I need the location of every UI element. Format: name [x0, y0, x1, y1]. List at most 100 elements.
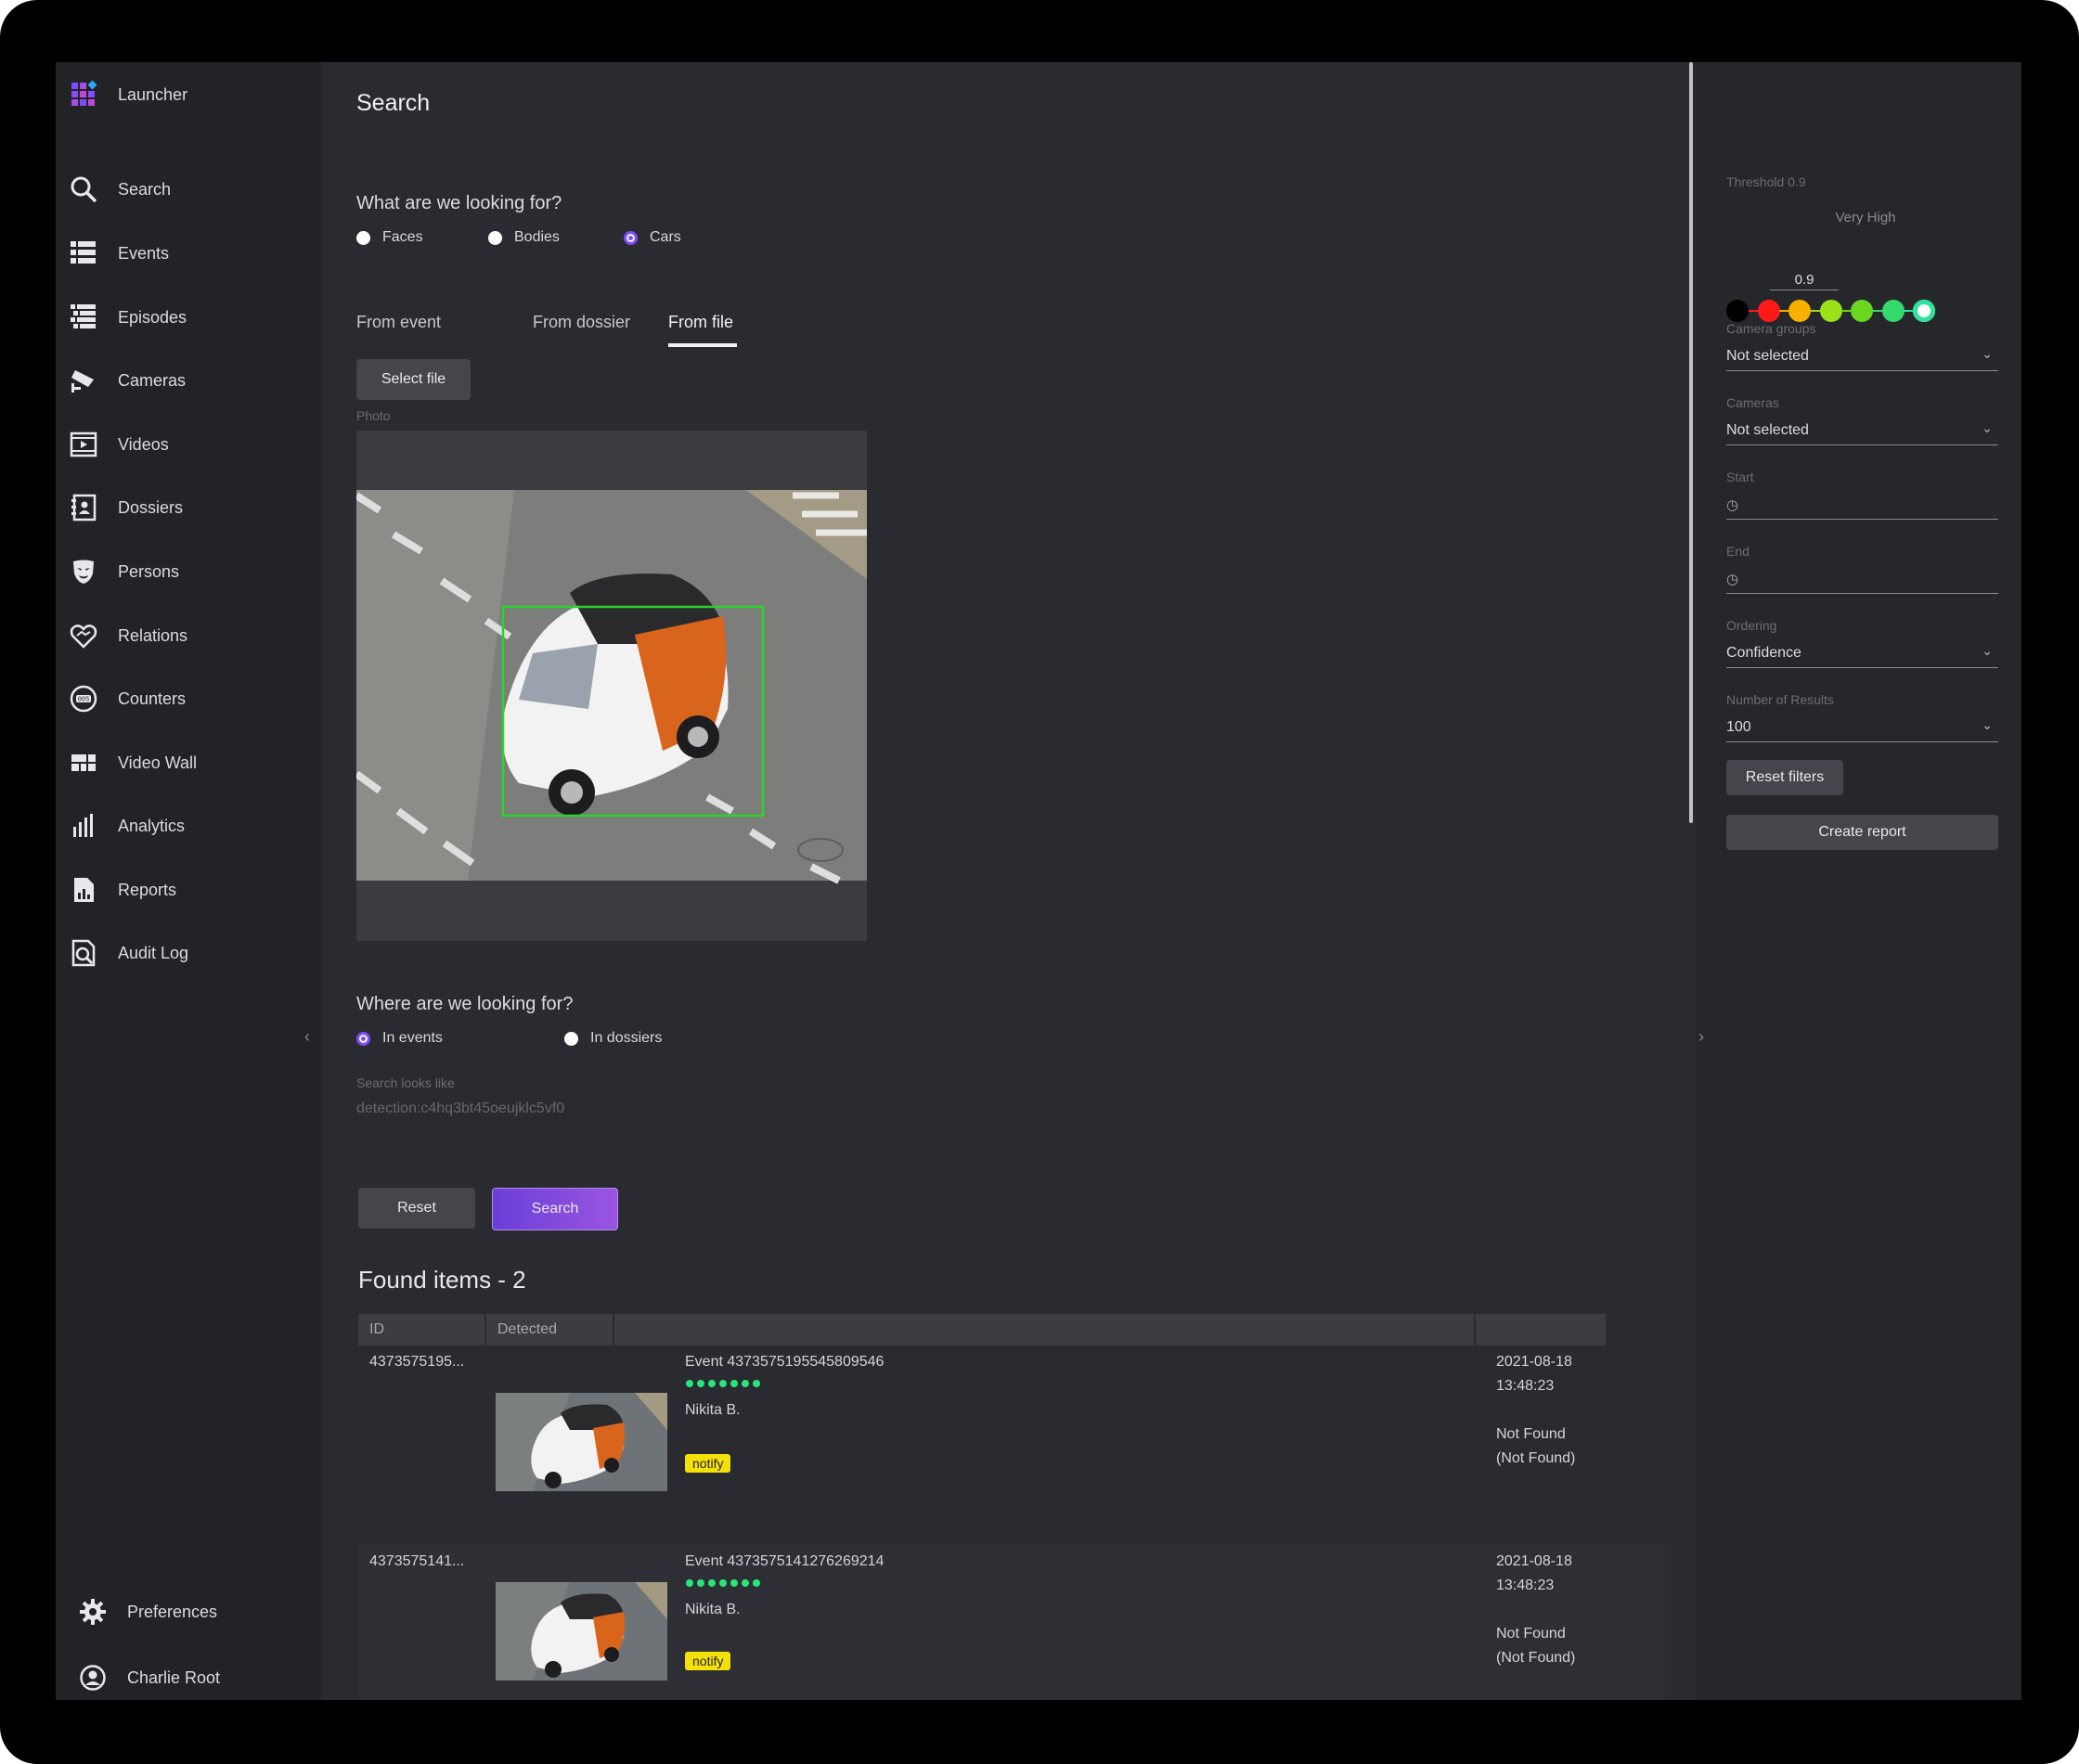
camera-groups-select[interactable]: Not selected ⌄ [1726, 346, 1998, 371]
sidebar-item-audit-log[interactable]: Audit Log [56, 925, 321, 981]
chevron-down-icon: ⌄ [1982, 643, 1993, 658]
row-event-title[interactable]: Event 4373575141276269214 [685, 1553, 884, 1570]
sidebar-item-episodes[interactable]: Episodes [56, 290, 321, 345]
episodes-icon [69, 303, 98, 332]
row-date: 2021-08-18 [1496, 1354, 1572, 1370]
threshold-dot[interactable] [1881, 300, 1905, 322]
reset-filters-button[interactable]: Reset filters [1726, 760, 1843, 795]
results-count-value: 100 [1726, 719, 1751, 735]
reset-button[interactable]: Reset [358, 1188, 475, 1229]
clock-icon: ◷ [1726, 572, 1739, 587]
create-report-button[interactable]: Create report [1726, 815, 1998, 850]
threshold-dot[interactable] [1851, 300, 1873, 322]
video-wall-icon [69, 748, 98, 778]
threshold-dot[interactable] [1726, 300, 1749, 322]
start-label: Start [1726, 470, 1754, 484]
row-person-name: Nikita B. [685, 1402, 741, 1418]
preferences-button[interactable]: Preferences [56, 1584, 321, 1640]
threshold-dot[interactable] [1913, 300, 1935, 322]
events-icon [69, 238, 98, 268]
notify-badge: notify [685, 1652, 731, 1670]
sidebar-item-label: Episodes [118, 307, 187, 327]
sidebar-item-label: Search [118, 179, 172, 199]
sidebar-item-counters[interactable]: 005 Counters [56, 671, 321, 727]
results-count-label: Number of Results [1726, 692, 1834, 707]
collapse-sidebar-chevron-icon[interactable]: ‹ [304, 1027, 310, 1047]
tab-from-file[interactable]: From file [668, 313, 733, 332]
sidebar-item-reports[interactable]: Reports [56, 862, 321, 918]
results-count-select[interactable]: 100 ⌄ [1726, 717, 1998, 742]
detection-thumbnail[interactable] [496, 1393, 667, 1491]
start-datetime-input[interactable]: ◷ [1726, 495, 1998, 520]
sidebar-item-video-wall[interactable]: Video Wall [56, 735, 321, 791]
column-header-date [1476, 1314, 1606, 1346]
column-header-detected[interactable]: Detected [486, 1314, 613, 1346]
chevron-down-icon: ⌄ [1982, 420, 1993, 435]
sidebar-item-label: Counters [118, 689, 187, 708]
radio-in-events[interactable]: In events [356, 1030, 443, 1047]
row-time: 13:48:23 [1496, 1378, 1555, 1394]
sidebar-item-label: Dossiers [118, 497, 184, 517]
uploaded-photo [354, 431, 867, 941]
threshold-dot[interactable] [1819, 300, 1842, 322]
sidebar-item-videos[interactable]: Videos [56, 417, 321, 472]
confidence-dots [686, 1380, 760, 1387]
search-icon [69, 174, 98, 204]
select-file-button[interactable]: Select file [356, 359, 471, 400]
looking-for-question: What are we looking for? [356, 193, 562, 213]
threshold-dot[interactable] [1757, 300, 1780, 322]
radio-circle[interactable] [488, 230, 502, 245]
sidebar-item-events[interactable]: Events [56, 225, 321, 281]
sidebar-item-relations[interactable]: Relations [56, 608, 321, 663]
radio-in-dossiers[interactable]: In dossiers [564, 1030, 662, 1047]
gear-icon [78, 1597, 108, 1627]
main-scrollbar[interactable] [1689, 62, 1693, 823]
tab-from-event[interactable]: From event [356, 313, 441, 332]
collapse-panel-chevron-icon[interactable]: › [1698, 1027, 1704, 1047]
launcher-button[interactable]: Launcher [56, 67, 321, 122]
threshold-value[interactable]: 0.9 [1770, 272, 1839, 290]
table-row[interactable]: 4373575195... Event 4373575195545809546 … [358, 1346, 1665, 1528]
threshold-level: Very High [1835, 210, 1896, 225]
app-screen: Launcher Search Events Episodes Cameras … [56, 62, 2021, 1700]
user-name: Charlie Root [127, 1667, 221, 1687]
tab-from-dossier[interactable]: From dossier [533, 313, 630, 332]
relations-icon [69, 621, 98, 650]
sidebar-item-analytics[interactable]: Analytics [56, 798, 321, 854]
threshold-dot[interactable] [1788, 300, 1811, 322]
radio-circle[interactable] [356, 230, 370, 245]
column-header-event [614, 1314, 1474, 1346]
preferences-label: Preferences [127, 1602, 218, 1621]
launcher-grid-icon [69, 80, 98, 109]
radio-circle[interactable] [564, 1031, 578, 1046]
cameras-value: Not selected [1726, 422, 1809, 438]
sidebar-item-search[interactable]: Search [56, 161, 321, 217]
row-event-title[interactable]: Event 4373575195545809546 [685, 1354, 884, 1371]
sidebar: Launcher Search Events Episodes Cameras … [56, 62, 321, 1700]
sidebar-item-label: Cameras [118, 370, 187, 390]
ordering-select[interactable]: Confidence ⌄ [1726, 643, 1998, 668]
chevron-down-icon: ⌄ [1982, 717, 1993, 732]
row-person-name: Nikita B. [685, 1602, 741, 1617]
search-button[interactable]: Search [492, 1188, 618, 1230]
radio-circle-selected[interactable] [356, 1031, 370, 1046]
table-row[interactable]: 4373575141... Event 4373575141276269214 … [358, 1544, 1665, 1700]
column-header-id[interactable]: ID [358, 1314, 484, 1346]
detection-thumbnail[interactable] [496, 1582, 667, 1680]
end-datetime-input[interactable]: ◷ [1726, 569, 1998, 594]
camera-icon [69, 366, 98, 395]
user-avatar-icon [78, 1663, 108, 1693]
sidebar-item-persons[interactable]: Persons [56, 544, 321, 599]
sidebar-item-label: Reports [118, 880, 177, 899]
sidebar-item-cameras[interactable]: Cameras [56, 353, 321, 408]
sidebar-item-label: Videos [118, 434, 169, 454]
cameras-select[interactable]: Not selected ⌄ [1726, 420, 1998, 445]
radio-cars[interactable]: Cars [624, 229, 681, 246]
radio-faces[interactable]: Faces [356, 229, 423, 246]
sidebar-item-dossiers[interactable]: Dossiers [56, 480, 321, 535]
radio-bodies[interactable]: Bodies [488, 229, 560, 246]
radio-label: In dossiers [590, 1030, 663, 1046]
user-account-button[interactable]: Charlie Root [56, 1650, 321, 1700]
radio-circle-selected[interactable] [624, 230, 638, 245]
sidebar-item-label: Persons [118, 561, 180, 581]
